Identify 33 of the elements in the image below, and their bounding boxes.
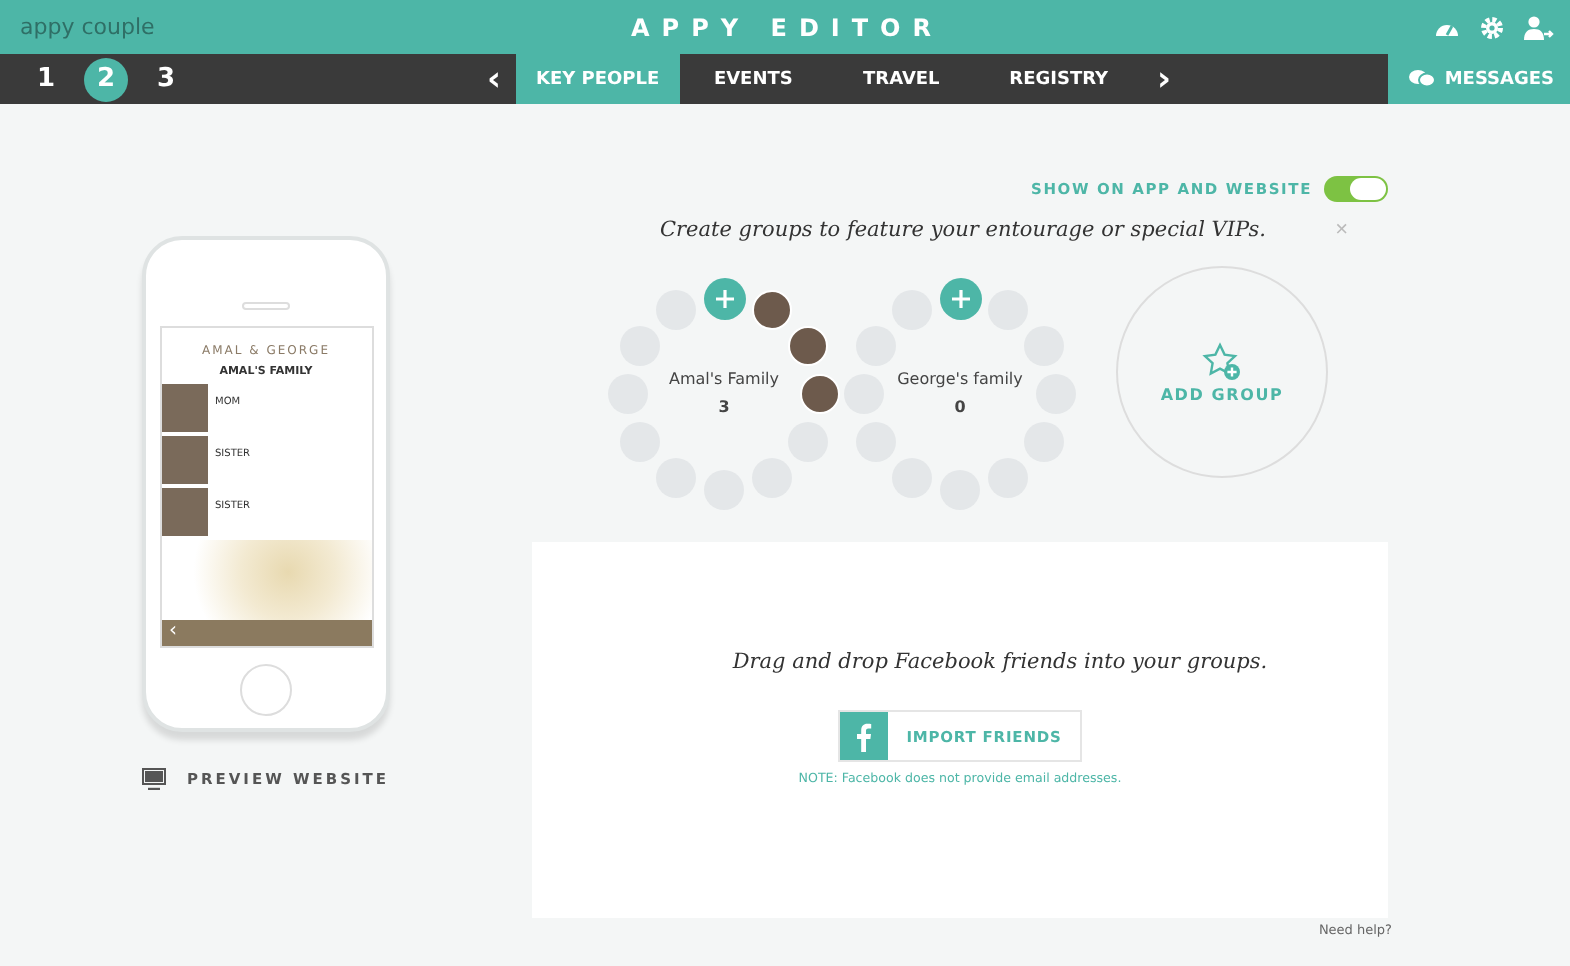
star-plus-icon [1202, 341, 1242, 381]
previous-tab-button[interactable]: ‹ [472, 54, 516, 104]
settings-icon[interactable] [1480, 15, 1504, 39]
group-name: George's family [895, 370, 1025, 388]
member-photo-placeholder [161, 488, 207, 536]
step-button[interactable]: 3 [144, 57, 188, 101]
member-photo-placeholder [161, 384, 207, 432]
add-member-button[interactable] [704, 278, 746, 320]
back-bar[interactable]: ‹ [161, 620, 371, 646]
avatar-photo-placeholder [800, 374, 840, 414]
facebook-f-icon [856, 721, 872, 751]
add-member-button[interactable] [940, 278, 982, 320]
toggle-switch[interactable] [1324, 176, 1388, 202]
chat-bubbles-icon [1408, 68, 1437, 90]
plus-icon [714, 288, 736, 310]
next-tab-button[interactable]: › [1142, 54, 1187, 104]
avatar-photo-placeholder [787, 326, 828, 366]
member-count: 3 [716, 398, 732, 416]
group-name: Amal's Family [666, 370, 782, 388]
drag-drop-prompt: Drag and drop Facebook friends into your groups. [732, 650, 1268, 674]
monitor-icon [142, 768, 167, 790]
plus-icon [950, 288, 972, 310]
avatar-photo-placeholder [752, 290, 792, 331]
user-logout-icon[interactable] [1524, 15, 1554, 39]
nav-tab[interactable]: EVENTS [679, 54, 828, 104]
step-button[interactable]: 1 [24, 57, 68, 101]
app-title: APPY EDITOR [629, 13, 945, 41]
nav-tab[interactable]: REGISTRY [975, 54, 1143, 104]
logo: appy couple [20, 14, 157, 40]
intro-text: Create groups to feature your entourage or special VIPs. [660, 218, 1269, 242]
nav-tab[interactable]: TRAVEL [827, 54, 976, 104]
member-photo-placeholder [161, 436, 207, 484]
member-count: 0 [952, 398, 968, 416]
